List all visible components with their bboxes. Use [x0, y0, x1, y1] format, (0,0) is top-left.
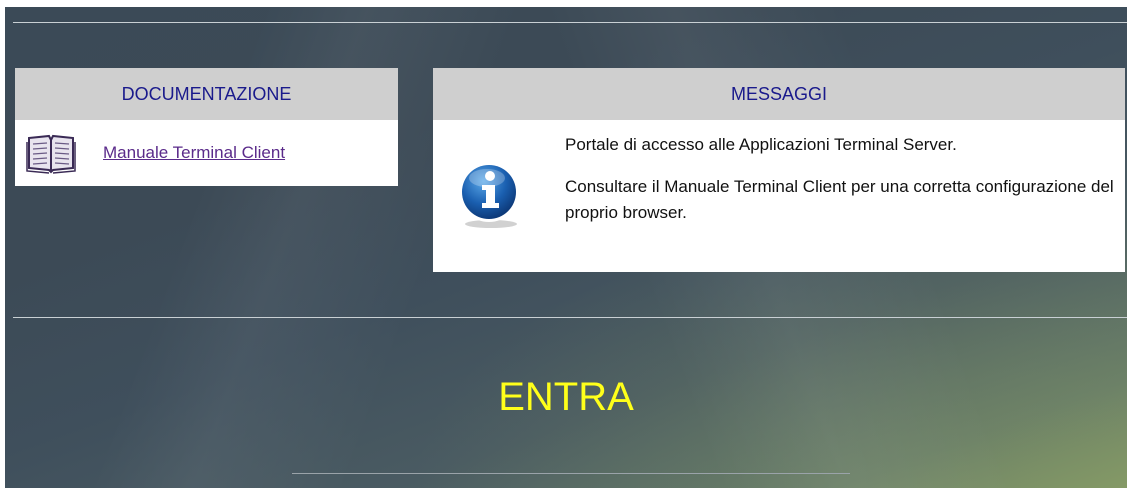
login-portal-background: DOCUMENTAZIONE Manuale Terminal Client M…: [5, 7, 1127, 488]
manual-terminal-client-link[interactable]: Manuale Terminal Client: [103, 143, 285, 163]
info-icon: [459, 162, 519, 228]
documentation-title: DOCUMENTAZIONE: [15, 68, 398, 120]
message-line: Portale di accesso alle Applicazioni Ter…: [565, 135, 957, 154]
message-line: Consultare il Manuale Terminal Client pe…: [565, 177, 1114, 222]
documentation-item: Manuale Terminal Client: [15, 120, 398, 186]
bottom-divider: [292, 473, 850, 474]
middle-divider: [13, 317, 1127, 318]
book-icon: [26, 134, 76, 174]
messages-text: Portale di accesso alle Applicazioni Ter…: [565, 132, 1115, 242]
messages-panel: MESSAGGI Portale di accesso alle Applica…: [433, 68, 1125, 272]
messages-body: Portale di accesso alle Applicazioni Ter…: [433, 120, 1125, 272]
enter-button[interactable]: ENTRA: [5, 367, 1127, 427]
top-divider: [13, 22, 1127, 23]
messages-title: MESSAGGI: [433, 68, 1125, 120]
documentation-panel: DOCUMENTAZIONE Manuale Terminal Client: [15, 68, 398, 186]
